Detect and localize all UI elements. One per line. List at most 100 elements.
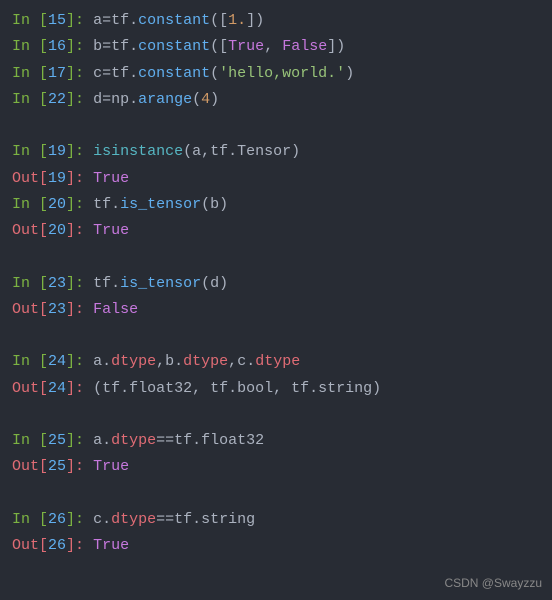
argument: b bbox=[210, 196, 219, 213]
code-line: In [19]: isinstance(a,tf.Tensor) bbox=[12, 139, 540, 165]
out-prompt: Out bbox=[12, 458, 39, 475]
paren: ( bbox=[183, 143, 192, 160]
code-line: In [20]: tf.is_tensor(b) bbox=[12, 192, 540, 218]
output-line: Out[26]: True bbox=[12, 533, 540, 559]
out-prompt: Out bbox=[12, 380, 39, 397]
in-prompt: In bbox=[12, 12, 39, 29]
prompt-num: 23 bbox=[48, 275, 66, 292]
in-prompt: In bbox=[12, 353, 39, 370]
operator: == bbox=[156, 511, 174, 528]
prompt-num: 22 bbox=[48, 91, 66, 108]
attribute: dtype bbox=[255, 353, 300, 370]
comma: , bbox=[228, 353, 237, 370]
attribute: float32 bbox=[201, 432, 264, 449]
code-line: In [25]: a.dtype==tf.float32 bbox=[12, 428, 540, 454]
output-value: False bbox=[93, 301, 138, 318]
paren: ( bbox=[210, 38, 219, 55]
comma: , bbox=[201, 143, 210, 160]
blank-line bbox=[12, 402, 540, 428]
number-literal: 4 bbox=[201, 91, 210, 108]
in-prompt: In bbox=[12, 511, 39, 528]
in-prompt: In bbox=[12, 196, 39, 213]
watermark: CSDN @Swayzzu bbox=[444, 573, 542, 594]
module: tf bbox=[93, 275, 111, 292]
dot: . bbox=[192, 511, 201, 528]
variable: b bbox=[93, 38, 102, 55]
method: constant bbox=[138, 38, 210, 55]
variable: a bbox=[93, 12, 102, 29]
dot: . bbox=[102, 353, 111, 370]
module: tf bbox=[111, 65, 129, 82]
prompt-num: 25 bbox=[48, 432, 66, 449]
method: constant bbox=[138, 65, 210, 82]
dot: . bbox=[102, 511, 111, 528]
paren: ) bbox=[219, 275, 228, 292]
paren: ) bbox=[255, 12, 264, 29]
in-prompt: In bbox=[12, 143, 39, 160]
bracket: ] bbox=[327, 38, 336, 55]
method: is_tensor bbox=[120, 275, 201, 292]
prompt-num: 19 bbox=[48, 143, 66, 160]
variable: c bbox=[93, 511, 102, 528]
prompt-num: 20 bbox=[48, 222, 66, 239]
module: np bbox=[111, 91, 129, 108]
prompt-num: 20 bbox=[48, 196, 66, 213]
code-line: In [15]: a=tf.constant([1.]) bbox=[12, 8, 540, 34]
method: arange bbox=[138, 91, 192, 108]
paren: ( bbox=[192, 91, 201, 108]
module: tf bbox=[111, 12, 129, 29]
code-line: In [23]: tf.is_tensor(d) bbox=[12, 271, 540, 297]
paren: ) bbox=[291, 143, 300, 160]
prompt-num: 16 bbox=[48, 38, 66, 55]
bracket: ] bbox=[246, 12, 255, 29]
paren: ) bbox=[219, 196, 228, 213]
module: tf bbox=[93, 196, 111, 213]
paren: ( bbox=[210, 12, 219, 29]
in-prompt: In bbox=[12, 38, 39, 55]
attribute: string bbox=[201, 511, 255, 528]
output-value: (tf.float32, tf.bool, tf.string) bbox=[93, 380, 381, 397]
module: tf bbox=[210, 143, 228, 160]
paren: ) bbox=[210, 91, 219, 108]
paren: ( bbox=[201, 196, 210, 213]
variable: a bbox=[93, 353, 102, 370]
in-prompt: In bbox=[12, 432, 39, 449]
paren: ) bbox=[345, 65, 354, 82]
operator: = bbox=[102, 12, 111, 29]
prompt-num: 23 bbox=[48, 301, 66, 318]
operator: == bbox=[156, 432, 174, 449]
output-value: True bbox=[93, 170, 129, 187]
code-line: In [22]: d=np.arange(4) bbox=[12, 87, 540, 113]
module: tf bbox=[111, 38, 129, 55]
out-prompt: Out bbox=[12, 222, 39, 239]
prompt-num: 24 bbox=[48, 380, 66, 397]
module: tf bbox=[174, 432, 192, 449]
dot: . bbox=[102, 432, 111, 449]
out-prompt: Out bbox=[12, 301, 39, 318]
boolean-literal: False bbox=[282, 38, 327, 55]
method: constant bbox=[138, 12, 210, 29]
variable: b bbox=[165, 353, 174, 370]
dot: . bbox=[174, 353, 183, 370]
blank-line bbox=[12, 244, 540, 270]
attribute: dtype bbox=[111, 432, 156, 449]
paren: ( bbox=[201, 275, 210, 292]
operator: = bbox=[102, 38, 111, 55]
out-prompt: Out bbox=[12, 537, 39, 554]
builtin-func: isinstance bbox=[93, 143, 183, 160]
code-line: In [17]: c=tf.constant('hello,world.') bbox=[12, 61, 540, 87]
attribute: dtype bbox=[183, 353, 228, 370]
operator: = bbox=[102, 65, 111, 82]
paren: ) bbox=[336, 38, 345, 55]
bracket: [ bbox=[219, 38, 228, 55]
in-prompt: In bbox=[12, 65, 39, 82]
operator: = bbox=[102, 91, 111, 108]
prompt-num: 15 bbox=[48, 12, 66, 29]
comma: , bbox=[264, 38, 282, 55]
output-value: True bbox=[93, 537, 129, 554]
blank-line bbox=[12, 323, 540, 349]
out-prompt: Out bbox=[12, 170, 39, 187]
boolean-literal: True bbox=[228, 38, 264, 55]
class-attr: Tensor bbox=[237, 143, 291, 160]
output-line: Out[19]: True bbox=[12, 166, 540, 192]
